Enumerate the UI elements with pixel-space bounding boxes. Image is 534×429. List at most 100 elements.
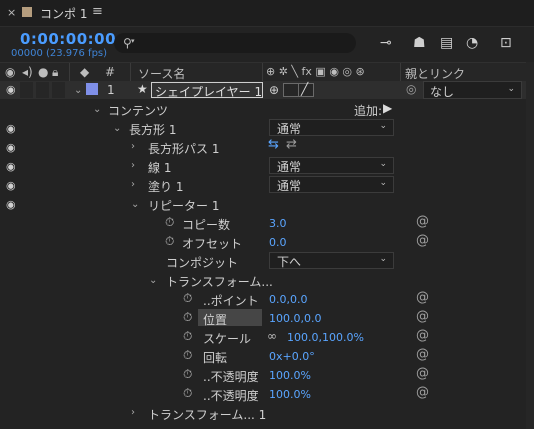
rectangle-group[interactable]: 長方形 1 bbox=[129, 121, 176, 138]
chevron-down-icon: ⌄ bbox=[379, 178, 387, 188]
chevron-right-icon[interactable]: › bbox=[131, 141, 135, 152]
tab-title[interactable]: コンポ 1 bbox=[40, 5, 87, 22]
chevron-down-icon[interactable]: ⌄ bbox=[131, 199, 139, 210]
parent-select[interactable]: なし ⌄ bbox=[423, 81, 522, 99]
solo-cell[interactable] bbox=[36, 82, 49, 98]
label-icon[interactable]: ◆ bbox=[80, 65, 89, 79]
composite-select-value: 下へ bbox=[277, 255, 302, 269]
blend-mode-select[interactable]: 通常 ⌄ bbox=[269, 157, 394, 174]
end-opacity-value[interactable]: 100.0% bbox=[269, 388, 311, 401]
expression-spiral-icon[interactable]: @ bbox=[416, 309, 429, 324]
repeater-group[interactable]: リピーター 1 bbox=[148, 197, 219, 214]
stopwatch-icon[interactable]: ⏱︎ bbox=[165, 215, 174, 230]
shy-layers-icon[interactable]: ☗ bbox=[413, 35, 426, 51]
expression-spiral-icon[interactable]: @ bbox=[416, 214, 429, 229]
scale-label: スケール bbox=[203, 332, 252, 346]
path-direction-reverse-icon[interactable]: ⇄ bbox=[286, 137, 297, 152]
search-input[interactable] bbox=[114, 33, 356, 53]
expression-spiral-icon[interactable]: @ bbox=[416, 290, 429, 305]
parent-select-value: なし bbox=[430, 85, 455, 99]
shy-switch-icon[interactable]: ⊕ bbox=[269, 83, 279, 97]
composite-select[interactable]: 下へ ⌄ bbox=[269, 252, 394, 269]
offset-value[interactable]: 0.0 bbox=[269, 236, 287, 249]
vertical-scrollbar[interactable] bbox=[526, 62, 534, 429]
start-opacity-value[interactable]: 100.0% bbox=[269, 369, 311, 382]
current-time-display[interactable]: 0:00:00:00 bbox=[20, 30, 116, 48]
blend-mode-value: 通常 bbox=[277, 160, 302, 174]
lock-cell[interactable] bbox=[52, 82, 65, 98]
rotation-value[interactable]: 0x+0.0° bbox=[269, 350, 315, 363]
stopwatch-icon[interactable]: ⏱︎ bbox=[183, 348, 192, 363]
copies-value[interactable]: 3.0 bbox=[269, 217, 287, 230]
path-direction-icon[interactable]: ⇆ bbox=[268, 137, 279, 152]
collapse-switch[interactable] bbox=[283, 83, 299, 97]
frame-rate-readout: 00000 (23.976 fps) bbox=[11, 48, 108, 59]
audio-cell[interactable] bbox=[20, 82, 33, 98]
transform-group[interactable]: トランスフォーム... 1 bbox=[148, 406, 266, 423]
switches-icons: ⊕ ✲ ╲ fx ▣ ◉ ◎ ⊛ bbox=[266, 65, 365, 78]
shape-layer-star-icon: ★ bbox=[137, 82, 148, 96]
chevron-down-icon: ▾ bbox=[131, 37, 135, 45]
contents-group[interactable]: コンテンツ bbox=[108, 102, 168, 119]
audio-icon[interactable]: ◂) bbox=[22, 65, 33, 79]
start-opacity-label: ..不透明度 bbox=[203, 370, 259, 384]
eye-icon[interactable]: ◉ bbox=[6, 122, 16, 135]
position-value[interactable]: 100.0,0.0 bbox=[269, 312, 321, 325]
layer-visibility-eye-icon[interactable]: ◉ bbox=[6, 83, 16, 96]
repeater-transform-group[interactable]: トランスフォーム... bbox=[166, 273, 273, 290]
solo-icon[interactable]: ● bbox=[38, 65, 48, 79]
expression-spiral-icon[interactable]: @ bbox=[416, 385, 429, 400]
constrain-proportions-link-icon[interactable]: ∞ bbox=[267, 329, 277, 343]
chevron-right-icon[interactable]: › bbox=[131, 160, 135, 171]
layer-number: 1 bbox=[107, 83, 115, 97]
eye-icon[interactable]: ◉ bbox=[5, 65, 15, 79]
stopwatch-icon[interactable]: ⏱︎ bbox=[183, 310, 192, 325]
rectangle-path[interactable]: 長方形パス 1 bbox=[148, 140, 219, 157]
chevron-right-icon[interactable]: › bbox=[131, 407, 135, 418]
expression-spiral-icon[interactable]: @ bbox=[416, 366, 429, 381]
lock-icon[interactable]: 🔒︎ bbox=[52, 65, 58, 80]
parent-link-header[interactable]: 親とリンク bbox=[405, 65, 465, 82]
blend-mode-select[interactable]: 通常 ⌄ bbox=[269, 119, 394, 136]
stopwatch-icon[interactable]: ⏱︎ bbox=[165, 234, 174, 249]
stroke-group[interactable]: 線 1 bbox=[148, 159, 171, 176]
blend-mode-select[interactable]: 通常 ⌄ bbox=[269, 176, 394, 193]
layer-label-swatch[interactable] bbox=[86, 83, 98, 95]
expression-spiral-icon[interactable]: @ bbox=[416, 233, 429, 248]
panel-menu-icon[interactable]: ≡ bbox=[92, 4, 103, 19]
stopwatch-icon[interactable]: ⏱︎ bbox=[183, 291, 192, 306]
chevron-down-icon: ⌄ bbox=[507, 84, 515, 94]
eye-icon[interactable]: ◉ bbox=[6, 160, 16, 173]
divider bbox=[0, 26, 534, 27]
add-menu-label[interactable]: 追加: bbox=[354, 102, 382, 119]
frame-blending-icon[interactable]: ▤ bbox=[440, 35, 453, 51]
chevron-down-icon[interactable]: ⌄ bbox=[113, 123, 121, 134]
eye-icon[interactable]: ◉ bbox=[6, 141, 16, 154]
source-name-header[interactable]: ソース名 bbox=[138, 65, 185, 82]
eye-icon[interactable]: ◉ bbox=[6, 198, 16, 211]
motion-blur-icon[interactable]: ◔ bbox=[466, 35, 478, 51]
chevron-down-icon[interactable]: ⌄ bbox=[93, 104, 101, 115]
copies-label: コピー数 bbox=[182, 218, 231, 232]
chevron-down-icon[interactable]: ⌄ bbox=[149, 275, 157, 286]
add-menu-play-icon[interactable]: ▶ bbox=[383, 101, 392, 115]
position-label[interactable]: 位置 bbox=[203, 311, 227, 328]
layer-number-header: # bbox=[105, 65, 116, 79]
fill-group[interactable]: 塗り 1 bbox=[148, 178, 183, 195]
close-icon[interactable]: × bbox=[7, 6, 16, 19]
composition-flowchart-icon[interactable]: ⊸ bbox=[380, 35, 392, 51]
expand-chevron-icon[interactable]: ⌄ bbox=[74, 85, 82, 96]
end-opacity-label: ..不透明度 bbox=[203, 389, 259, 403]
eye-icon[interactable]: ◉ bbox=[6, 179, 16, 192]
expression-spiral-icon[interactable]: @ bbox=[416, 347, 429, 362]
stopwatch-icon[interactable]: ⏱︎ bbox=[183, 329, 192, 344]
pickwhip-icon[interactable]: ◎ bbox=[406, 82, 416, 96]
anchor-point-value[interactable]: 0.0,0.0 bbox=[269, 293, 307, 306]
chevron-right-icon[interactable]: › bbox=[131, 179, 135, 190]
stopwatch-icon[interactable]: ⏱︎ bbox=[183, 367, 192, 382]
scale-value[interactable]: 100.0,100.0% bbox=[287, 331, 364, 344]
graph-editor-icon[interactable]: ⊡ bbox=[500, 35, 512, 51]
expression-spiral-icon[interactable]: @ bbox=[416, 328, 429, 343]
stopwatch-icon[interactable]: ⏱︎ bbox=[183, 386, 192, 401]
blend-mode-value: 通常 bbox=[277, 179, 302, 193]
